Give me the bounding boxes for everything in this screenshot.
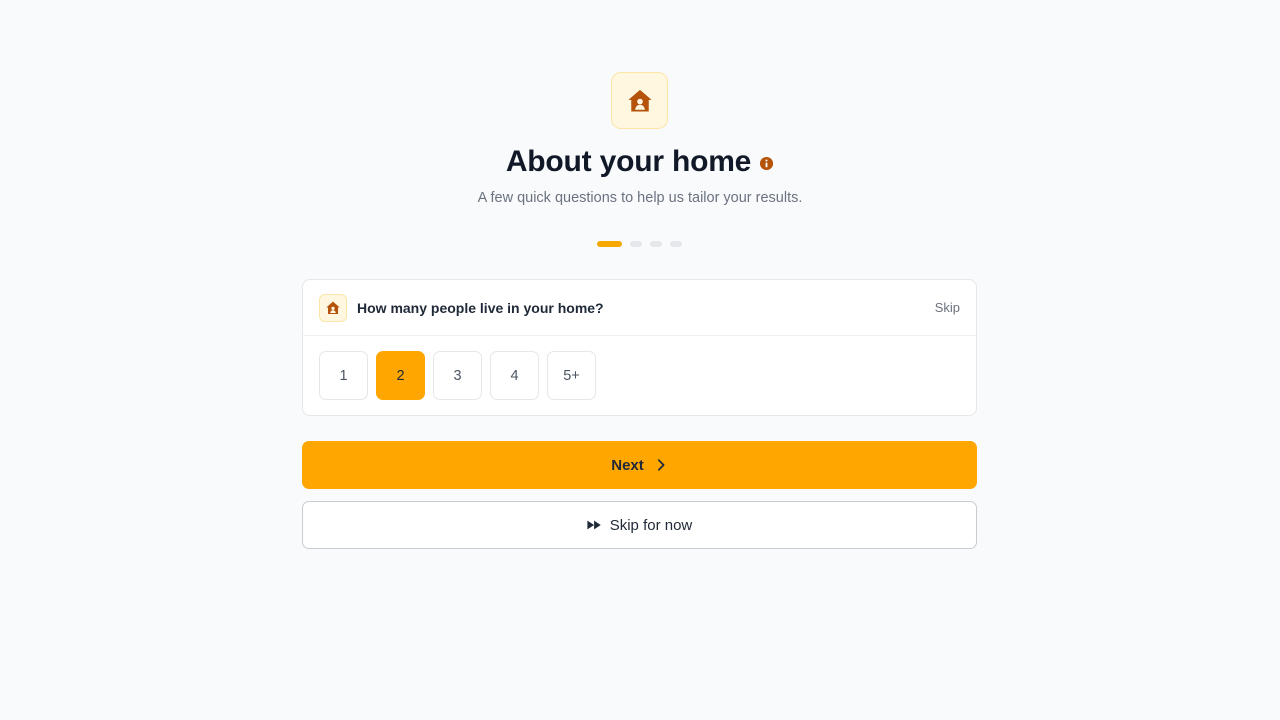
onboarding-page: About your home A few quick questions to…	[0, 0, 1280, 720]
fast-forward-icon	[587, 519, 602, 531]
question-header: How many people live in your home? Skip	[303, 280, 976, 336]
home-badge	[611, 72, 668, 129]
question-skip-link[interactable]: Skip	[935, 300, 960, 315]
option-1[interactable]: 1	[319, 351, 368, 400]
skip-for-now-label: Skip for now	[609, 516, 693, 534]
progress-step-3	[650, 241, 662, 247]
skip-for-now-button[interactable]: Skip for now	[302, 501, 977, 549]
title-row: About your home	[0, 140, 1280, 184]
next-button-label: Next	[611, 456, 644, 474]
answer-options: 1 2 3 4 5+	[303, 336, 976, 415]
option-4[interactable]: 4	[490, 351, 539, 400]
option-2[interactable]: 2	[376, 351, 425, 400]
page-subtitle: A few quick questions to help us tailor …	[477, 190, 803, 206]
question-card: How many people live in your home? Skip …	[302, 279, 977, 416]
option-3[interactable]: 3	[433, 351, 482, 400]
option-5-plus[interactable]: 5+	[547, 351, 596, 400]
next-button[interactable]: Next	[302, 441, 977, 489]
progress-step-2	[630, 241, 642, 247]
home-icon	[319, 293, 347, 322]
progress-step-4	[670, 241, 682, 247]
home-icon	[626, 87, 654, 115]
page-title: About your home	[505, 145, 752, 178]
progress-step-1	[597, 241, 622, 247]
question-text: How many people live in your home?	[357, 299, 604, 316]
info-icon[interactable]	[759, 156, 774, 171]
step-progress	[597, 241, 682, 247]
chevron-right-icon	[654, 458, 668, 472]
